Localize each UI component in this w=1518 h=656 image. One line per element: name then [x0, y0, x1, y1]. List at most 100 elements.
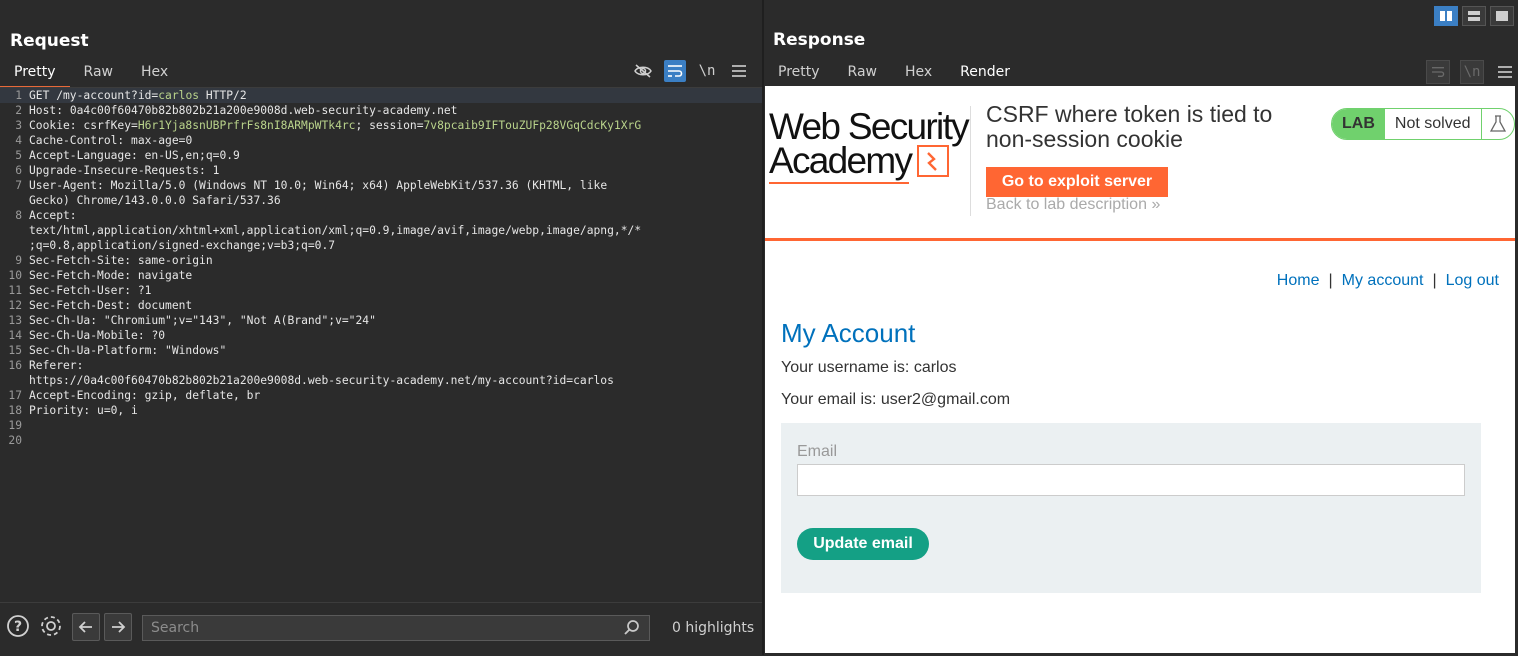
header-text: Sec-Ch-Ua-Platform: — [29, 344, 166, 357]
request-editor[interactable]: 1 GET /my-account?id=carlos HTTP/2 2 Host: … — [0, 87, 762, 603]
header-text: 0a4c00f60470b82b802b21a200e9008d.web-sec… — [69, 104, 458, 117]
request-title: Request — [10, 31, 89, 51]
header-text: GET /my-account?id= — [29, 89, 159, 102]
nav-my-account-link[interactable]: My account — [1342, 272, 1424, 289]
header-text: max-age=0 — [131, 134, 193, 147]
code-line: ;q=0.8,application/signed-exchange;v=b3;… — [0, 238, 762, 253]
header-text: u=0, i — [97, 404, 138, 417]
lab-status-badge: LAB Not solved — [1331, 108, 1515, 140]
line-number: 20 — [8, 434, 22, 447]
response-pane: Response Pretty Raw Hex Render \n Web Se… — [764, 0, 1518, 655]
request-tabs: Pretty Raw Hex — [0, 60, 182, 88]
word-wrap-icon[interactable] — [664, 60, 686, 82]
tab-hex[interactable]: Hex — [127, 60, 182, 86]
update-email-button[interactable]: Update email — [797, 528, 929, 560]
logo-bolt-icon — [917, 145, 949, 177]
code-line: 12 Sec-Fetch-Dest: document — [0, 298, 762, 313]
line-text: Gecko) Chrome/143.0.0.0 Safari/537.36 — [29, 193, 281, 208]
code-line: https://0a4c00f60470b82b802b21a200e9008d… — [0, 373, 762, 388]
tab-raw[interactable]: Raw — [834, 60, 891, 86]
back-to-lab-link[interactable]: Back to lab description » — [986, 196, 1160, 214]
email-field[interactable] — [797, 464, 1465, 496]
layout-stacked-icon[interactable] — [1462, 6, 1486, 26]
line-number — [0, 373, 29, 388]
header-text: Sec-Ch-Ua: — [29, 314, 104, 327]
menu-icon[interactable] — [1494, 61, 1516, 83]
nav-home-link[interactable]: Home — [1277, 272, 1320, 289]
header-text: Accept-Encoding: — [29, 389, 145, 402]
username-line: Your username is: carlos — [781, 359, 957, 376]
header-text: "Windows" — [165, 344, 227, 357]
line-text: https://0a4c00f60470b82b802b21a200e9008d… — [29, 373, 614, 388]
code-line: 11 Sec-Fetch-User: ?1 — [0, 283, 762, 298]
line-number — [0, 238, 29, 253]
line-number: 8 — [15, 209, 22, 222]
line-number — [0, 193, 29, 208]
help-icon[interactable]: ? — [5, 613, 31, 639]
line-number: 14 — [8, 329, 22, 342]
exploit-server-button[interactable]: Go to exploit server — [986, 167, 1168, 197]
web-security-academy-logo[interactable]: Web Security Academy — [769, 106, 970, 184]
tab-raw[interactable]: Raw — [70, 60, 127, 86]
line-number: 19 — [8, 419, 22, 432]
code-line: Gecko) Chrome/143.0.0.0 Safari/537.36 — [0, 193, 762, 208]
layout-single-icon[interactable] — [1490, 6, 1514, 26]
line-number — [0, 223, 29, 238]
nav-log-out-link[interactable]: Log out — [1446, 272, 1499, 289]
menu-icon[interactable] — [728, 60, 750, 82]
header-text: en-US,en;q=0.9 — [144, 149, 240, 162]
tab-render[interactable]: Render — [946, 60, 1025, 88]
settings-gear-icon[interactable] — [38, 613, 64, 639]
line-text: Sec-Ch-Ua: "Chromium";v="143", "Not A(Br… — [29, 313, 376, 328]
line-number: 11 — [8, 284, 22, 297]
header-text: Accept-Language: — [29, 149, 145, 162]
rendered-page: Web Security Academy CSRF where token is… — [765, 86, 1515, 653]
request-search-bar: ? 0 highlights — [0, 602, 762, 656]
highlighted-value: 7v8pcaib9IFTouZUFp28VGqCdcKy1XrG — [423, 119, 642, 132]
search-previous-button[interactable] — [72, 613, 100, 641]
hide-non-printable-icon[interactable] — [632, 60, 654, 82]
line-text: ;q=0.8,application/signed-exchange;v=b3;… — [29, 238, 335, 253]
newline-icon[interactable]: \n — [1460, 60, 1484, 84]
change-email-form: Email Update email — [781, 423, 1481, 593]
line-number: 18 — [8, 404, 22, 417]
tab-hex[interactable]: Hex — [891, 60, 946, 86]
highlighted-value: H6r1Yja8snUBPrfrFs8nI8ARMpWTk4rc — [137, 119, 356, 132]
line-number: 5 — [15, 149, 22, 162]
search-box — [142, 615, 650, 641]
header-text: Sec-Fetch-Site: — [29, 254, 138, 267]
response-title: Response — [773, 30, 866, 50]
logo-line2: Academy — [769, 140, 913, 181]
header-text: ?0 — [151, 329, 166, 342]
search-next-button[interactable] — [104, 613, 132, 641]
line-number: 12 — [8, 299, 22, 312]
layout-toggle — [1434, 6, 1514, 26]
search-icon[interactable] — [623, 619, 641, 641]
layout-side-by-side-icon[interactable] — [1434, 6, 1458, 26]
header-text: "Chromium";v="143", "Not A(Brand";v="24" — [103, 314, 376, 327]
line-text: Priority: u=0, i — [29, 403, 138, 418]
line-text: Cookie: csrfKey=H6r1Yja8snUBPrfrFs8nI8AR… — [29, 118, 641, 133]
header-text: navigate — [137, 269, 193, 282]
svg-text:?: ? — [14, 619, 22, 635]
code-line: 1 GET /my-account?id=carlos HTTP/2 — [0, 88, 762, 103]
page-title: My Account — [781, 318, 916, 348]
header-text: same-origin — [137, 254, 213, 267]
newline-icon[interactable]: \n — [696, 60, 718, 82]
line-text: Sec-Ch-Ua-Mobile: ?0 — [29, 328, 165, 343]
line-text: Accept-Language: en-US,en;q=0.9 — [29, 148, 240, 163]
word-wrap-icon[interactable] — [1426, 60, 1450, 84]
tab-pretty[interactable]: Pretty — [0, 60, 70, 88]
header-text: Cache-Control: — [29, 134, 132, 147]
nav-separator: | — [1432, 272, 1437, 289]
nav-separator: | — [1328, 272, 1333, 289]
search-input[interactable] — [143, 616, 619, 640]
highlight-count: 0 highlights — [672, 620, 755, 636]
code-line: 9 Sec-Fetch-Site: same-origin — [0, 253, 762, 268]
tab-pretty[interactable]: Pretty — [764, 60, 834, 86]
line-number: 7 — [15, 179, 22, 192]
lab-status: Not solved — [1394, 115, 1471, 132]
header-rule — [765, 238, 1515, 241]
header-text: Sec-Fetch-Dest: — [29, 299, 138, 312]
response-toolbar: \n — [1426, 60, 1516, 84]
